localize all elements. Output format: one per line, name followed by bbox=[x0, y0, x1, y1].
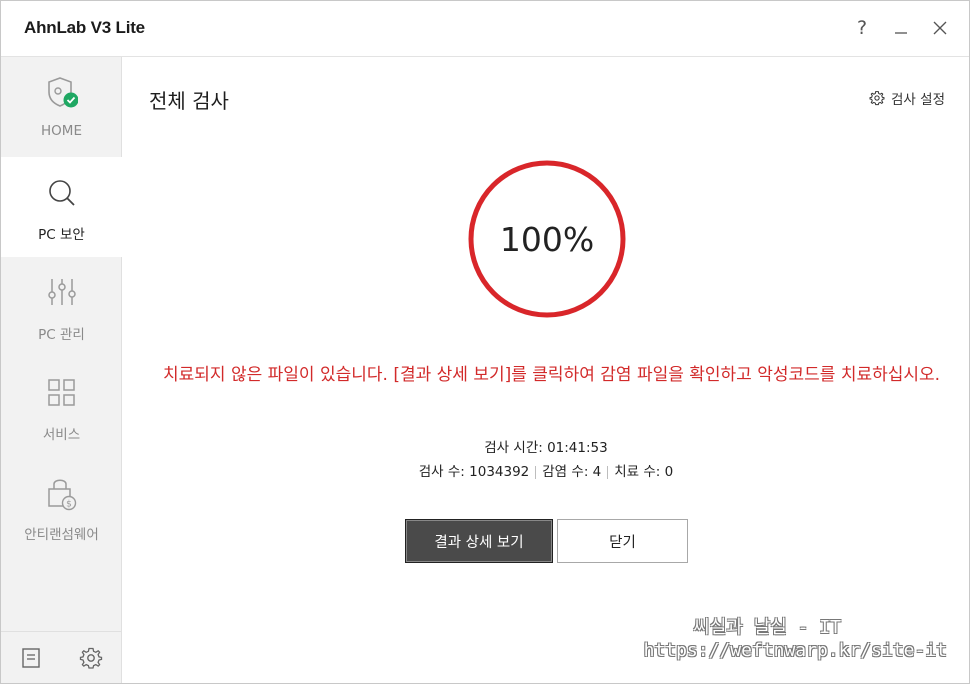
app-window: AhnLab V3 Lite ? HOME PC 보안 PC 관리 서비스 $ … bbox=[0, 0, 970, 684]
warning-message: 치료되지 않은 파일이 있습니다. [결과 상세 보기]를 클릭하여 감염 파일… bbox=[163, 365, 941, 385]
scan-settings-label: 검사 설정 bbox=[891, 92, 945, 108]
progress-percent: 100% bbox=[499, 219, 595, 259]
watermark-url: https://weftnwarp.kr/site-it bbox=[643, 640, 947, 661]
sidebar-item-label: PC 관리 bbox=[38, 327, 85, 343]
watermark-title: 씨실과 날실 - IT bbox=[693, 617, 841, 638]
sliders-icon bbox=[48, 279, 76, 305]
lock-dollar-icon: $ bbox=[48, 479, 77, 511]
sidebar-item-label: PC 보안 bbox=[38, 227, 85, 243]
svg-text:$: $ bbox=[66, 500, 72, 510]
title-bar: AhnLab V3 Lite ? bbox=[1, 1, 969, 57]
scan-settings-link[interactable]: 검사 설정 bbox=[869, 88, 945, 108]
shield-check-icon bbox=[48, 77, 78, 108]
close-button[interactable]: 닫기 bbox=[557, 519, 688, 563]
minimize-button[interactable] bbox=[886, 13, 916, 43]
view-details-button[interactable]: 결과 상세 보기 bbox=[405, 519, 553, 563]
close-window-button[interactable] bbox=[925, 13, 955, 43]
scan-time-text: 검사 시간: 01:41:53 bbox=[484, 440, 608, 456]
minimize-icon bbox=[895, 32, 907, 34]
sidebar: HOME PC 보안 PC 관리 서비스 $ 안티랜섬웨어 bbox=[1, 57, 123, 683]
sidebar-item-label: 안티랜섬웨어 bbox=[24, 527, 99, 543]
sidebar-footer bbox=[1, 631, 122, 683]
treated-count: 치료 수: 0 bbox=[614, 464, 674, 480]
scan-counts: 검사 수: 1034392 감염 수: 4 치료 수: 0 bbox=[123, 460, 969, 480]
sidebar-item-pc-security[interactable]: PC 보안 bbox=[1, 157, 123, 257]
notes-icon[interactable] bbox=[19, 646, 43, 670]
close-icon bbox=[933, 21, 947, 35]
sidebar-item-anti-ransomware[interactable]: $ 안티랜섬웨어 bbox=[1, 457, 122, 557]
sidebar-item-label: HOME bbox=[41, 123, 82, 139]
help-button[interactable]: ? bbox=[847, 13, 877, 43]
divider bbox=[535, 465, 537, 479]
divider bbox=[607, 465, 609, 479]
gear-icon bbox=[869, 91, 885, 106]
gear-icon[interactable] bbox=[79, 646, 103, 670]
grid-icon bbox=[48, 379, 75, 406]
scan-time: 검사 시간: 01:41:53 bbox=[123, 436, 969, 456]
search-icon bbox=[49, 180, 75, 206]
sidebar-item-pc-management[interactable]: PC 관리 bbox=[1, 257, 122, 357]
app-title: AhnLab V3 Lite bbox=[24, 18, 145, 37]
page-title: 전체 검사 bbox=[149, 89, 229, 113]
scanned-count: 검사 수: 1034392 bbox=[418, 464, 530, 480]
sidebar-item-home[interactable]: HOME bbox=[1, 57, 122, 157]
main-panel: 전체 검사 검사 설정 100% 치료되지 않은 파일이 있습니다. [결과 상… bbox=[123, 57, 969, 683]
sidebar-item-services[interactable]: 서비스 bbox=[1, 357, 122, 457]
infected-count: 감염 수: 4 bbox=[542, 464, 602, 480]
sidebar-item-label: 서비스 bbox=[42, 427, 81, 443]
